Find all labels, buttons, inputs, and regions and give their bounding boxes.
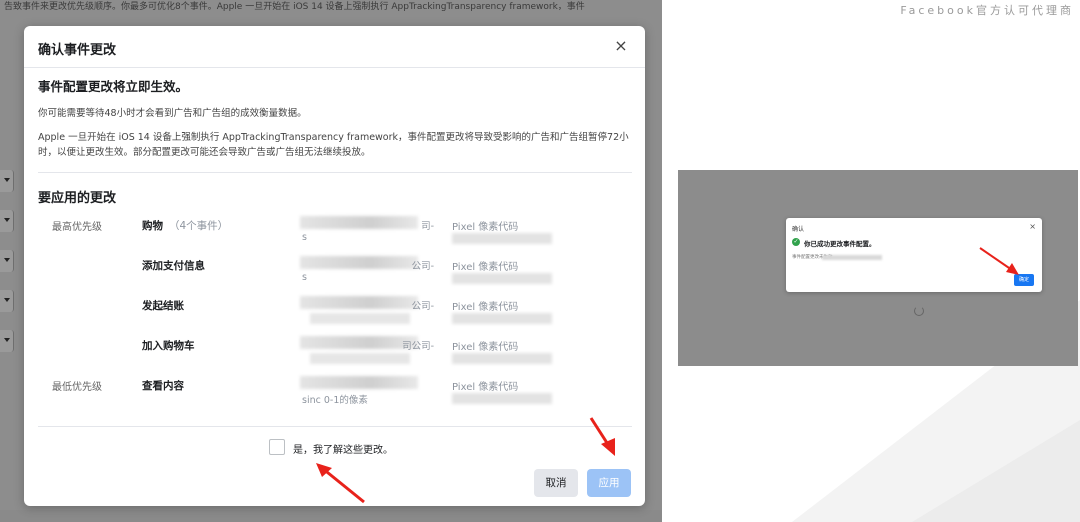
changes-heading: 要应用的更改 bbox=[38, 191, 117, 206]
screenshot-composite: 告致事件来更改优先级顺序。你最多可优化8个事件。Apple 一旦开始在 iOS … bbox=[0, 0, 1080, 522]
background-footer bbox=[0, 510, 662, 522]
redacted-blur bbox=[300, 376, 418, 389]
ad-account: 公司- bbox=[300, 296, 434, 324]
loading-spinner-icon bbox=[914, 306, 924, 316]
event-name-text: 添加支付信息 bbox=[142, 260, 205, 272]
redacted-blur bbox=[310, 313, 410, 324]
table-row: 加入购物车 司公司- Pixel 像素代码 bbox=[38, 336, 632, 376]
event-config-screenshot: 告致事件来更改优先级顺序。你最多可优化8个事件。Apple 一旦开始在 iOS … bbox=[0, 0, 662, 522]
pixel-label: Pixel 像素代码 bbox=[452, 262, 519, 273]
confirm-event-changes-dialog: 确认事件更改 × 事件配置更改将立即生效。 你可能需要等待48小时才会看到广告和… bbox=[24, 26, 645, 506]
redacted-blur bbox=[822, 255, 882, 260]
redacted-pixel-id bbox=[452, 313, 552, 324]
pixel-label: Pixel 像素代码 bbox=[452, 342, 519, 353]
event-name: 购物 （4个事件） bbox=[142, 218, 228, 233]
acknowledge-label[interactable]: 是，我了解这些更改。 bbox=[293, 441, 393, 456]
ad-account: 司公司- bbox=[300, 336, 434, 364]
brand-text: Facebook官方认可代理商 bbox=[900, 4, 1074, 17]
event-name-text: 发起结账 bbox=[142, 300, 184, 312]
close-icon[interactable]: × bbox=[1029, 222, 1036, 231]
redacted-blur bbox=[300, 336, 418, 349]
acknowledge-checkbox[interactable] bbox=[269, 439, 285, 455]
pixel-label: Pixel 像素代码 bbox=[452, 382, 519, 393]
table-row: 添加支付信息 公司- s Pixel 像素代码 bbox=[38, 256, 632, 296]
table-row: 最低优先级 查看内容 sinc 0-1的像素 Pixel 像素代码 bbox=[38, 376, 632, 416]
notice-48-hours: 你可能需要等待48小时才会看到广告和广告组的成效衡量数据。 bbox=[38, 108, 307, 119]
event-name: 添加支付信息 bbox=[142, 258, 205, 273]
account-sub: s bbox=[302, 232, 307, 243]
background-dropdown[interactable] bbox=[0, 290, 14, 312]
priority-label: 最高优先级 bbox=[52, 222, 102, 233]
redacted-pixel-id bbox=[452, 353, 552, 364]
effect-heading: 事件配置更改将立即生效。 bbox=[38, 79, 189, 94]
priority-label: 最低优先级 bbox=[52, 382, 102, 393]
close-icon[interactable]: × bbox=[611, 36, 631, 56]
account-name: 公司- bbox=[411, 301, 434, 312]
apply-button[interactable]: 应用 bbox=[587, 469, 631, 497]
table-row: 发起结账 公司- Pixel 像素代码 bbox=[38, 296, 632, 336]
pixel-label: Pixel 像素代码 bbox=[452, 222, 519, 233]
cancel-button[interactable]: 取消 bbox=[534, 469, 578, 497]
notice-ios14: Apple 一旦开始在 iOS 14 设备上强制执行 AppTrackingTr… bbox=[38, 130, 632, 173]
account-sub: s bbox=[302, 272, 307, 283]
redacted-pixel-id bbox=[452, 393, 552, 404]
footer-divider bbox=[38, 426, 632, 427]
success-screenshot: 确认 × ✓ 你已成功更改事件配置。 事件配置更改未生效 确定 bbox=[678, 170, 1078, 366]
event-name-text: 购物 bbox=[142, 220, 163, 232]
annotation-arrow-icon bbox=[589, 417, 615, 456]
dialog-title: 确认事件更改 bbox=[38, 43, 117, 58]
redacted-blur bbox=[300, 296, 418, 309]
account-name: 司公司- bbox=[402, 341, 434, 352]
redacted-blur bbox=[300, 216, 418, 229]
account-sub: sinc 0-1的像素 bbox=[302, 395, 368, 406]
event-name-text: 加入购物车 bbox=[142, 340, 195, 352]
background-dropdown[interactable] bbox=[0, 170, 14, 192]
annotation-arrow-icon bbox=[316, 463, 365, 504]
event-name: 加入购物车 bbox=[142, 338, 195, 353]
dialog-header: 确认事件更改 × bbox=[24, 26, 645, 68]
dialog-body: 事件配置更改将立即生效。 你可能需要等待48小时才会看到广告和广告组的成效衡量数… bbox=[38, 76, 632, 416]
event-name-text: 查看内容 bbox=[142, 380, 184, 392]
ad-account: 公司- s bbox=[300, 256, 434, 284]
success-dialog-title: 确认 bbox=[792, 226, 805, 233]
redacted-pixel-id bbox=[452, 273, 552, 284]
background-dropdown[interactable] bbox=[0, 250, 14, 272]
redacted-blur bbox=[310, 353, 410, 364]
annotation-arrow-icon bbox=[979, 247, 1019, 275]
ad-account: sinc 0-1的像素 bbox=[300, 376, 434, 406]
background-dropdown[interactable] bbox=[0, 210, 14, 232]
account-name: 公司- bbox=[411, 261, 434, 272]
background-dropdown[interactable] bbox=[0, 330, 14, 352]
success-screenshot-panel: Facebook官方认可代理商 确认 × ✓ 你已成功更改事件配置。 事件配置更… bbox=[662, 0, 1080, 522]
changes-table: 最高优先级 购物 （4个事件） 司- s Pixel 像素代码 添加支付信息 公… bbox=[38, 216, 632, 416]
account-name: 司- bbox=[421, 221, 434, 232]
event-name: 发起结账 bbox=[142, 298, 184, 313]
redacted-pixel-id bbox=[452, 233, 552, 244]
background-page-text: 告致事件来更改优先级顺序。你最多可优化8个事件。Apple 一旦开始在 iOS … bbox=[4, 2, 585, 12]
ad-account: 司- s bbox=[300, 216, 434, 244]
event-name: 查看内容 bbox=[142, 378, 184, 393]
event-count: （4个事件） bbox=[169, 220, 229, 232]
check-circle-icon: ✓ bbox=[792, 238, 800, 246]
success-text: 你已成功更改事件配置。 bbox=[804, 240, 876, 248]
background-dropdowns bbox=[0, 170, 14, 370]
table-row: 最高优先级 购物 （4个事件） 司- s Pixel 像素代码 bbox=[38, 216, 632, 256]
pixel-label: Pixel 像素代码 bbox=[452, 302, 519, 313]
redacted-blur bbox=[300, 256, 418, 269]
